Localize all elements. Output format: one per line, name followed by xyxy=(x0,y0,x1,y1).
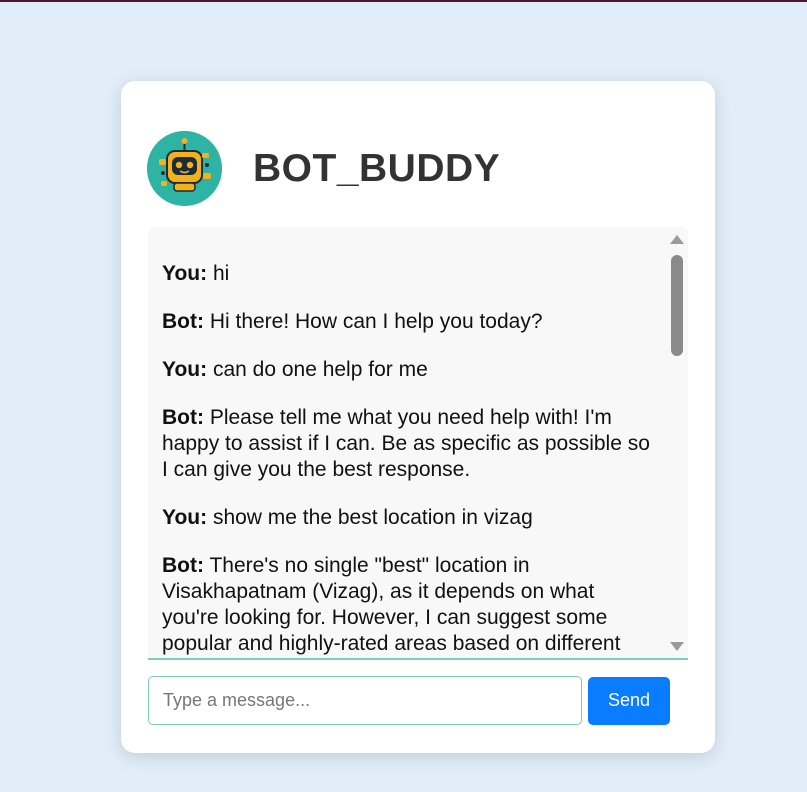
composer: Send xyxy=(148,676,670,725)
send-button[interactable]: Send xyxy=(588,676,670,725)
message-text: hi xyxy=(207,262,230,285)
message-input[interactable] xyxy=(148,676,582,725)
scroll-up-arrow-icon[interactable] xyxy=(670,235,684,244)
message-item: Bot: Hi there! How can I help you today? xyxy=(162,309,652,335)
scrollbar-thumb[interactable] xyxy=(671,255,683,356)
message-item: Bot: Please tell me what you need help w… xyxy=(162,405,652,483)
avatar xyxy=(147,131,222,206)
chat-card: BOT_BUDDY You: hi Bot: Hi there! How can… xyxy=(121,81,715,753)
scrollbar[interactable] xyxy=(666,227,688,658)
scroll-down-arrow-icon[interactable] xyxy=(670,642,684,651)
message-sender: Bot: xyxy=(162,554,204,577)
page-title: BOT_BUDDY xyxy=(253,146,501,190)
message-text: Please tell me what you need help with! … xyxy=(162,406,650,481)
message-text: There's no single "best" location in Vis… xyxy=(162,554,621,655)
message-item: You: hi xyxy=(162,261,652,287)
message-sender: You: xyxy=(162,358,208,381)
message-item: You: show me the best location in vizag xyxy=(162,505,652,531)
message-sender: Bot: xyxy=(162,310,204,333)
message-list: You: hi Bot: Hi there! How can I help yo… xyxy=(162,261,652,658)
message-sender: You: xyxy=(162,506,208,529)
message-text: show me the best location in vizag xyxy=(207,506,533,529)
message-item: Bot: There's no single "best" location i… xyxy=(162,553,652,657)
message-item: You: can do one help for me xyxy=(162,357,652,383)
message-text: can do one help for me xyxy=(207,358,428,381)
robot-icon xyxy=(147,131,222,206)
message-sender: You: xyxy=(162,262,208,285)
chat-log[interactable]: You: hi Bot: Hi there! How can I help yo… xyxy=(148,227,688,660)
message-sender: Bot: xyxy=(162,406,204,429)
chat-header: BOT_BUDDY xyxy=(147,131,500,206)
message-text: Hi there! How can I help you today? xyxy=(203,310,543,333)
